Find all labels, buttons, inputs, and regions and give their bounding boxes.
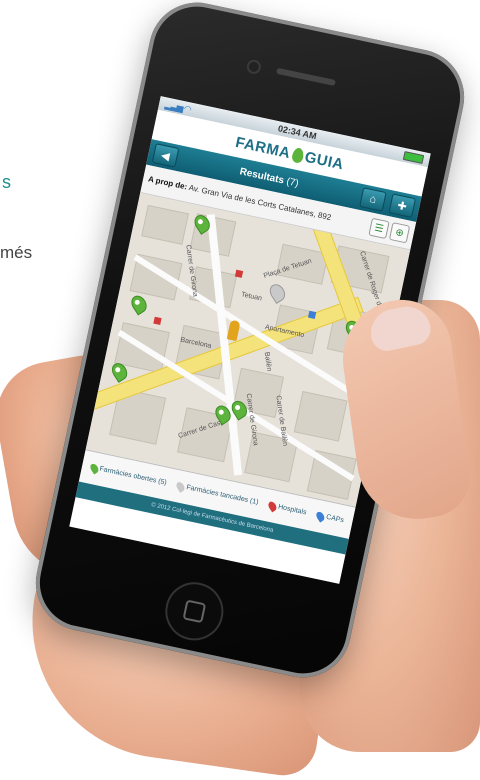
street-label: Bailèn	[262, 351, 273, 372]
device-home-button[interactable]	[159, 576, 229, 646]
speaker-grille	[275, 67, 336, 87]
legend-label: Hospitals	[277, 503, 308, 517]
back-arrow-icon: ◀	[160, 149, 171, 163]
logo-text-right: GUIA	[303, 148, 346, 173]
partial-teal-text: s	[2, 172, 11, 192]
home-button[interactable]: ⌂	[359, 187, 387, 212]
map-block	[141, 204, 189, 245]
legend-label: CAPs	[325, 513, 345, 525]
near-label: A prop de:	[147, 174, 189, 192]
info-icon: ✚	[396, 199, 408, 214]
legend-label: Farmàcies tancades (1)	[185, 484, 260, 507]
map-block	[293, 391, 348, 442]
cap-pin-icon[interactable]	[307, 310, 317, 320]
list-view-button[interactable]: ☰	[368, 217, 390, 240]
user-location-icon	[226, 319, 241, 342]
back-button[interactable]: ◀	[151, 143, 180, 168]
results-count: (7)	[285, 175, 300, 190]
home-icon: ⌂	[368, 192, 378, 207]
legend-item[interactable]: Farmàcies obertes (5)	[88, 462, 168, 489]
closed-pin-icon[interactable]	[266, 281, 289, 305]
legend-item[interactable]: Hospitals	[267, 500, 308, 519]
info-button[interactable]: ✚	[388, 193, 417, 218]
camera-icon	[245, 58, 263, 76]
hospital-pin-icon[interactable]	[153, 316, 162, 325]
list-icon: ☰	[373, 222, 385, 235]
add-icon: ⊕	[394, 226, 405, 240]
hospital-pin-icon[interactable]	[234, 269, 244, 278]
logo-pin-icon	[290, 146, 305, 164]
partial-grey-text: més	[0, 243, 33, 262]
add-button[interactable]: ⊕	[388, 222, 411, 244]
logo-text-left: FARMA	[233, 133, 293, 162]
page-title-label: Resultats	[238, 165, 286, 186]
legend-label: Farmàcies obertes (5)	[98, 465, 168, 487]
legend-item[interactable]: CAPs	[315, 510, 345, 526]
pharmacy-pin-icon[interactable]	[128, 292, 150, 316]
battery-icon	[402, 150, 425, 164]
street-label: Tetuan	[240, 291, 263, 303]
